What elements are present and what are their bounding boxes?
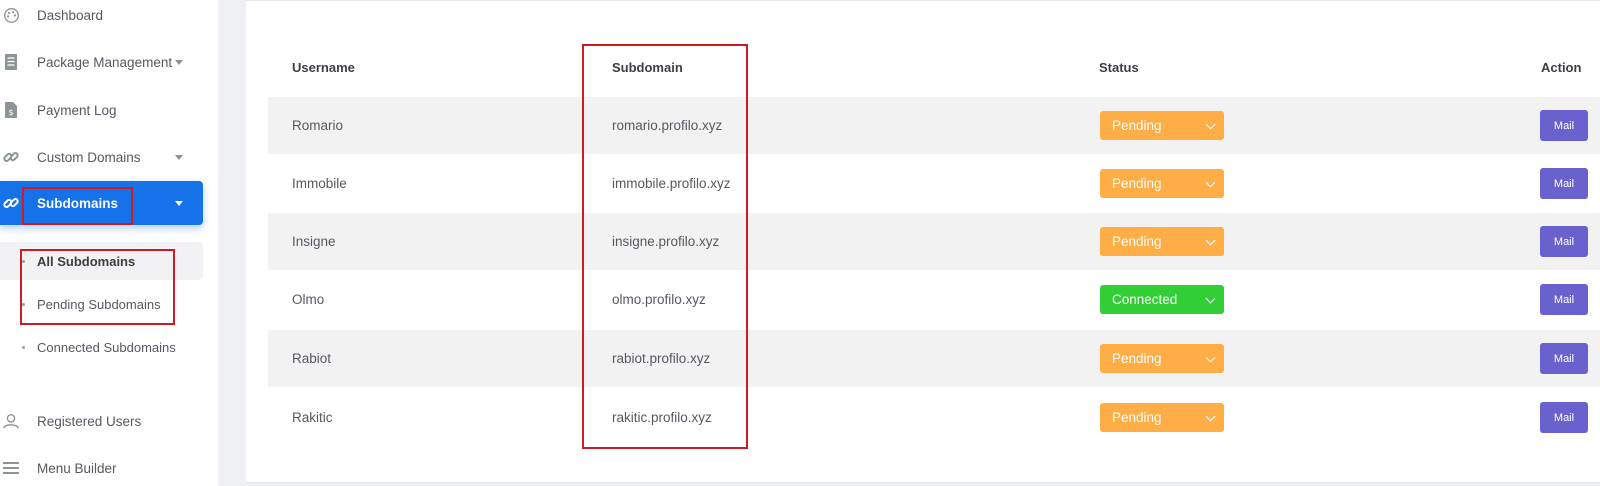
table-row: Rakitic rakitic.profilo.xyz Pending Mail <box>268 389 1600 446</box>
chevron-down-icon <box>1205 293 1216 304</box>
subdomain-cell: romario.profilo.xyz <box>612 118 723 133</box>
username-cell: Insigne <box>292 234 336 249</box>
link-icon <box>2 194 20 212</box>
subdomain-cell: insigne.profilo.xyz <box>612 234 720 249</box>
submenu-item-all-subdomains[interactable]: All Subdomains <box>0 242 203 280</box>
receipt-icon <box>2 53 20 71</box>
status-value: Pending <box>1112 410 1162 425</box>
chevron-down-icon <box>1205 411 1216 422</box>
caret-down-icon <box>175 154 183 160</box>
username-cell: Rakitic <box>292 410 333 425</box>
chevron-down-icon <box>1205 119 1216 130</box>
status-select[interactable]: Connected <box>1100 285 1224 314</box>
chevron-down-icon <box>1205 177 1216 188</box>
submenu-item-label: Pending Subdomains <box>37 296 161 312</box>
sidebar-item-menu-builder[interactable]: Menu Builder <box>0 446 203 486</box>
status-value: Pending <box>1112 118 1162 133</box>
username-cell: Rabiot <box>292 351 332 366</box>
username-cell: Romario <box>292 118 344 133</box>
card-divider <box>246 482 1600 483</box>
subdomain-cell: immobile.profilo.xyz <box>612 176 731 191</box>
status-value: Pending <box>1112 351 1162 366</box>
mail-button[interactable]: Mail <box>1540 226 1588 257</box>
table-row: Romario romario.profilo.xyz Pending Mail <box>268 97 1600 154</box>
column-header-subdomain: Subdomain <box>612 60 683 75</box>
bullet-icon <box>22 259 25 263</box>
table-row: Insigne insigne.profilo.xyz Pending Mail <box>268 213 1600 270</box>
sidebar-item-label: Payment Log <box>37 102 117 118</box>
sidebar-item-label: Dashboard <box>37 7 104 23</box>
status-select[interactable]: Pending <box>1100 344 1224 373</box>
mail-button[interactable]: Mail <box>1540 168 1588 199</box>
mail-button[interactable]: Mail <box>1540 402 1588 433</box>
mail-button[interactable]: Mail <box>1540 110 1588 141</box>
caret-down-icon <box>175 59 183 65</box>
table-row: Immobile immobile.profilo.xyz Pending Ma… <box>268 155 1600 212</box>
table-row: Rabiot rabiot.profilo.xyz Pending Mail <box>268 330 1600 387</box>
palette-icon <box>2 6 20 24</box>
mail-button[interactable]: Mail <box>1540 343 1588 374</box>
bullet-icon <box>22 302 25 306</box>
sidebar-item-payment-log[interactable]: $ Payment Log <box>0 88 203 132</box>
chevron-down-icon <box>1205 352 1216 363</box>
sidebar-item-label: Subdomains <box>37 195 119 211</box>
sidebar: Dashboard Package Management $ Payment L… <box>0 0 218 486</box>
status-value: Pending <box>1112 234 1162 249</box>
submenu-item-connected-subdomains[interactable]: Connected Subdomains <box>0 328 203 366</box>
sidebar-item-registered-users[interactable]: Registered Users <box>0 399 203 443</box>
column-header-action: Action <box>1541 60 1582 75</box>
username-cell: Immobile <box>292 176 347 191</box>
invoice-icon: $ <box>2 101 20 119</box>
table-row: Olmo olmo.profilo.xyz Connected Mail <box>268 271 1600 328</box>
submenu-item-pending-subdomains[interactable]: Pending Subdomains <box>0 285 203 323</box>
caret-down-icon <box>175 200 183 206</box>
status-select[interactable]: Pending <box>1100 169 1224 198</box>
sidebar-item-label: Package Management <box>37 54 173 70</box>
status-select[interactable]: Pending <box>1100 111 1224 140</box>
link-icon <box>2 148 20 166</box>
chevron-down-icon <box>1205 235 1216 246</box>
sidebar-item-label: Registered Users <box>37 413 142 429</box>
sidebar-item-label: Menu Builder <box>37 460 117 476</box>
svg-text:$: $ <box>8 108 13 117</box>
submenu-item-label: All Subdomains <box>37 253 136 269</box>
bars-icon <box>2 459 20 477</box>
submenu-item-label: Connected Subdomains <box>37 339 176 355</box>
sidebar-item-package-management[interactable]: Package Management <box>0 40 203 84</box>
column-header-username: Username <box>292 60 355 75</box>
status-value: Connected <box>1112 292 1178 307</box>
username-cell: Olmo <box>292 292 325 307</box>
column-header-status: Status <box>1099 60 1139 75</box>
sidebar-item-label: Custom Domains <box>37 149 141 165</box>
subdomain-cell: rakitic.profilo.xyz <box>612 410 712 425</box>
status-select[interactable]: Pending <box>1100 227 1224 256</box>
sidebar-item-dashboard[interactable]: Dashboard <box>0 0 203 37</box>
users-icon <box>2 412 20 430</box>
mail-button[interactable]: Mail <box>1540 284 1588 315</box>
sidebar-item-custom-domains[interactable]: Custom Domains <box>0 135 203 179</box>
sidebar-item-subdomains[interactable]: Subdomains <box>0 181 203 225</box>
subdomain-cell: olmo.profilo.xyz <box>612 292 706 307</box>
status-value: Pending <box>1112 176 1162 191</box>
bullet-icon <box>22 345 25 349</box>
subdomain-cell: rabiot.profilo.xyz <box>612 351 711 366</box>
status-select[interactable]: Pending <box>1100 403 1224 432</box>
